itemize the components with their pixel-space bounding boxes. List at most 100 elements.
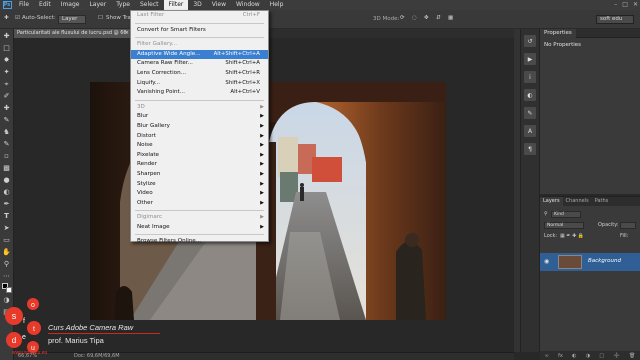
filter-menu-item-browse-filters-online[interactable]: Browse Filters Online... <box>131 237 268 247</box>
delete-layer-icon[interactable]: 🗑 <box>629 353 635 359</box>
tab-channels[interactable]: Channels <box>563 197 592 206</box>
fill-label: Fill: <box>620 233 629 239</box>
add-mask-icon[interactable]: ◐ <box>572 353 576 359</box>
filter-menu-item-convert-for-smart-filters[interactable]: Convert for Smart Filters <box>131 26 268 36</box>
3d-roll-icon[interactable]: ◌ <box>412 15 417 21</box>
filter-menu-item-render[interactable]: Render ▶ <box>131 160 268 170</box>
lasso-tool-icon[interactable]: ✸ <box>2 55 12 65</box>
move-tool-icon[interactable]: ✚ <box>4 15 9 21</box>
gradient-tool-icon[interactable]: ▩ <box>2 163 12 173</box>
eraser-tool-icon[interactable]: ▫ <box>2 151 12 161</box>
filter-menu-item-distort[interactable]: Distort ▶ <box>131 132 268 142</box>
pen-tool-icon[interactable]: ✒ <box>2 199 12 209</box>
history-brush-tool-icon[interactable]: ✎ <box>2 139 12 149</box>
menu-edit[interactable]: Edit <box>34 0 56 10</box>
minimize-icon[interactable]: – <box>614 1 617 8</box>
filter-menu-item-vanishing-point[interactable]: Vanishing Point... Alt+Ctrl+V <box>131 88 268 98</box>
menu-type[interactable]: Type <box>111 0 135 10</box>
history-panel-icon[interactable]: ↺ <box>524 35 536 47</box>
zoom-tool-icon[interactable]: ⚲ <box>2 259 12 269</box>
blur-tool-icon[interactable]: ● <box>2 175 12 185</box>
menu-separator <box>135 234 264 236</box>
properties-tab[interactable]: Properties <box>540 29 576 38</box>
fx-icon[interactable]: fx <box>558 353 563 359</box>
filter-menu-item-blur[interactable]: Blur ▶ <box>131 112 268 122</box>
3d-rotate-icon[interactable]: ⟳ <box>400 15 405 21</box>
tab-layers[interactable]: Layers <box>540 197 563 206</box>
move-tool-icon[interactable]: ✚ <box>2 31 12 41</box>
menu-file[interactable]: File <box>14 0 34 10</box>
marquee-tool-icon[interactable]: □ <box>2 43 12 53</box>
submenu-arrow-icon: ▶ <box>260 180 264 187</box>
visibility-eye-icon[interactable]: ◉ <box>544 258 549 265</box>
menu-window[interactable]: Window <box>231 0 265 10</box>
paragraph-panel-icon[interactable]: ¶ <box>524 143 536 155</box>
filter-menu-item-video[interactable]: Video ▶ <box>131 189 268 199</box>
opacity-label: Opacity: <box>598 222 619 228</box>
filter-menu-item-blur-gallery[interactable]: Blur Gallery ▶ <box>131 122 268 132</box>
character-panel-icon[interactable]: A <box>524 125 536 137</box>
edit-toolbar-icon[interactable]: ⋯ <box>2 271 12 281</box>
menu-3d[interactable]: 3D <box>188 0 206 10</box>
filter-menu-item-pixelate[interactable]: Pixelate ▶ <box>131 151 268 161</box>
workspace-switcher[interactable]: soft edu <box>596 15 634 24</box>
quick-select-tool-icon[interactable]: ✦ <box>2 67 12 77</box>
new-layer-icon[interactable]: ➕ <box>613 353 619 359</box>
auto-select-dropdown[interactable]: Layer <box>58 15 86 24</box>
layers-panel: Layers Channels Paths ⚲ Kind Normal Opacit… <box>540 196 640 360</box>
no-properties-text: No Properties <box>544 42 582 48</box>
3d-pan-icon[interactable]: ✥ <box>424 15 429 21</box>
filter-menu-item-noise[interactable]: Noise ▶ <box>131 141 268 151</box>
filter-menu-item-digimarc: Digimarc ▶ <box>131 213 268 223</box>
actions-panel-icon[interactable]: ▶ <box>524 53 536 65</box>
filter-menu-item-other[interactable]: Other ▶ <box>131 199 268 209</box>
adjustments-panel-icon[interactable]: ◐ <box>524 89 536 101</box>
blend-mode-dropdown[interactable]: Normal <box>544 222 584 229</box>
path-select-tool-icon[interactable]: ➤ <box>2 223 12 233</box>
menu-item-label: Blur Gallery <box>137 122 170 129</box>
eyedropper-tool-icon[interactable]: ✐ <box>2 91 12 101</box>
maximize-icon[interactable]: □ <box>622 1 628 8</box>
filter-menu-item-camera-raw-filter[interactable]: Camera Raw Filter... Shift+Ctrl+A <box>131 59 268 69</box>
tab-paths[interactable]: Paths <box>592 197 612 206</box>
new-group-icon[interactable]: □ <box>599 353 604 359</box>
brush-tool-icon[interactable]: ✎ <box>2 115 12 125</box>
shape-tool-icon[interactable]: ▭ <box>2 235 12 245</box>
link-layers-icon[interactable]: ∞ <box>545 353 549 359</box>
clone-stamp-tool-icon[interactable]: ♞ <box>2 127 12 137</box>
menu-help[interactable]: Help <box>265 0 289 10</box>
menu-item-label: Distort <box>137 132 156 139</box>
layer-kind-filter[interactable]: Kind <box>551 211 581 218</box>
filter-menu-item-filter-gallery: Filter Gallery... <box>131 40 268 50</box>
menu-image[interactable]: Image <box>56 0 85 10</box>
lock-icons[interactable]: ▦ ✒ ✚ 🔒 <box>560 233 584 239</box>
filter-menu-item-liquify[interactable]: Liquify... Shift+Ctrl+X <box>131 79 268 89</box>
3d-scale-icon[interactable]: ▦ <box>448 15 453 21</box>
hand-tool-icon[interactable]: ✋ <box>2 247 12 257</box>
filter-menu-item-stylize[interactable]: Stylize ▶ <box>131 180 268 190</box>
filter-menu-item-lens-correction[interactable]: Lens Correction... Shift+Ctrl+R <box>131 69 268 79</box>
info-panel-icon[interactable]: i <box>524 71 536 83</box>
filter-menu-item-adaptive-wide-angle[interactable]: Adaptive Wide Angle... Alt+Shift+Ctrl+A <box>131 49 268 60</box>
show-transform-checkbox[interactable]: ☐ <box>98 15 103 21</box>
filter-menu-item-sharpen[interactable]: Sharpen ▶ <box>131 170 268 180</box>
close-tab-icon[interactable]: × <box>125 29 129 38</box>
opacity-field[interactable] <box>620 222 636 229</box>
layer-row-background[interactable]: ◉ Background <box>540 253 640 271</box>
adjustment-layer-icon[interactable]: ◑ <box>586 353 590 359</box>
brush-panel-icon[interactable]: ✎ <box>524 107 536 119</box>
healing-brush-tool-icon[interactable]: ✚ <box>2 103 12 113</box>
close-icon[interactable]: ✕ <box>633 1 638 8</box>
type-tool-icon[interactable]: T <box>2 211 12 221</box>
document-tab[interactable]: Particularitati ale fluxului de lucru.ps… <box>14 29 132 38</box>
menu-filter[interactable]: Filter <box>163 0 189 10</box>
auto-select-checkbox[interactable]: ☑ <box>15 15 20 21</box>
3d-slide-icon[interactable]: ⇵ <box>436 15 441 21</box>
menu-view[interactable]: View <box>207 0 231 10</box>
dodge-tool-icon[interactable]: ◐ <box>2 187 12 197</box>
menu-item-shortcut: Ctrl+F <box>242 12 260 18</box>
crop-tool-icon[interactable]: ⌖ <box>2 79 12 89</box>
menu-layer[interactable]: Layer <box>84 0 111 10</box>
menu-select[interactable]: Select <box>135 0 164 10</box>
filter-menu-item-neat-image[interactable]: Neat Image ▶ <box>131 223 268 233</box>
